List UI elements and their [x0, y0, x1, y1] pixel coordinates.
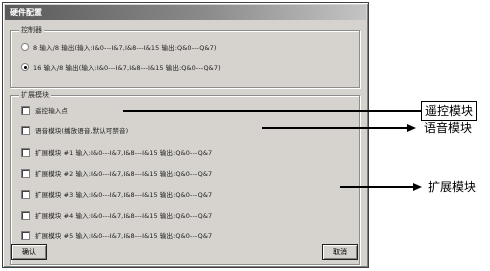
expansion-item-1[interactable]: 扩展模块 #1 输入:I&0---I&7,I&8---I&15 输出:Q&0--… [21, 146, 212, 158]
expansion-item-3[interactable]: 扩展模块 #3 输入:I&0---I&7,I&8---I&15 输出:Q&0--… [21, 188, 212, 200]
expansion-arrow-line [340, 186, 416, 188]
controller-option-label: 8 输入/8 输出(输入:I&0---I&7,I&8---I&15 输出:Q&0… [33, 44, 217, 52]
expansion-item-2[interactable]: 扩展模块 #2 输入:I&0---I&7,I&8---I&15 输出:Q&0--… [21, 167, 212, 179]
expansion-callout-label: 扩展模块 [428, 180, 477, 194]
dialog-title: 硬件配置 [5, 5, 366, 20]
expansion-item-label: 扩展模块 #2 输入:I&0---I&7,I&8---I&15 输出:Q&0--… [35, 170, 213, 178]
expansion-group-legend: 扩展模块 [19, 90, 51, 100]
checkbox[interactable] [21, 189, 30, 199]
expansion-item-remote[interactable]: 遥控输入点 [21, 104, 68, 116]
voice-arrow-head-icon [407, 124, 416, 132]
controller-option-8in[interactable]: 8 输入/8 输出(输入:I&0---I&7,I&8---I&15 输出:Q&0… [21, 41, 217, 53]
checkbox[interactable] [21, 168, 30, 178]
cancel-button[interactable]: 取消 [322, 244, 358, 260]
expansion-item-5[interactable]: 扩展模块 #5 输入:I&0---I&7,I&8---I&15 输出:Q&0--… [21, 229, 212, 241]
ok-button[interactable]: 确认 [11, 244, 47, 260]
controller-group-legend: 控制器 [19, 25, 44, 35]
expansion-item-voice[interactable]: 语音模块(播放语音,默认可禁音) [21, 124, 128, 136]
expansion-item-label: 扩展模块 #1 输入:I&0---I&7,I&8---I&15 输出:Q&0--… [35, 149, 213, 157]
remote-pointer-line [123, 110, 421, 112]
expansion-arrow-head-icon [413, 183, 422, 191]
expansion-item-label: 扩展模块 #3 输入:I&0---I&7,I&8---I&15 输出:Q&0--… [35, 191, 213, 199]
expansion-item-4[interactable]: 扩展模块 #4 输入:I&0---I&7,I&8---I&15 输出:Q&0--… [21, 209, 212, 221]
expansion-item-label: 扩展模块 #4 输入:I&0---I&7,I&8---I&15 输出:Q&0--… [35, 212, 213, 220]
controller-option-label: 16 输入/8 输出(输入:I&0---I&7,I&8---I&15 输出:Q&… [33, 64, 221, 72]
expansion-item-label: 语音模块(播放语音,默认可禁音) [35, 127, 129, 135]
checkbox[interactable] [21, 147, 30, 157]
controller-option-16in[interactable]: 16 输入/8 输出(输入:I&0---I&7,I&8---I&15 输出:Q&… [21, 61, 221, 73]
checkbox[interactable] [21, 125, 30, 135]
checkbox[interactable] [21, 105, 30, 115]
controller-group: 控制器 8 输入/8 输出(输入:I&0---I&7,I&8---I&15 输出… [10, 25, 360, 88]
voice-arrow-line [262, 127, 410, 129]
radio-button[interactable] [21, 43, 29, 51]
expansion-group: 扩展模块 遥控输入点 语音模块(播放语音,默认可禁音) 扩展模块 #1 输入:I… [10, 90, 360, 265]
hardware-config-dialog: 硬件配置 控制器 8 输入/8 输出(输入:I&0---I&7,I&8---I&… [2, 2, 369, 268]
checkbox[interactable] [21, 210, 30, 220]
expansion-item-label: 遥控输入点 [35, 107, 68, 115]
expansion-item-label: 扩展模块 #5 输入:I&0---I&7,I&8---I&15 输出:Q&0--… [35, 232, 213, 240]
checkbox[interactable] [21, 230, 30, 240]
remote-callout-label: 遥控模块 [421, 101, 478, 121]
voice-callout-label: 语音模块 [424, 121, 473, 135]
radio-button-selected[interactable] [21, 63, 29, 71]
